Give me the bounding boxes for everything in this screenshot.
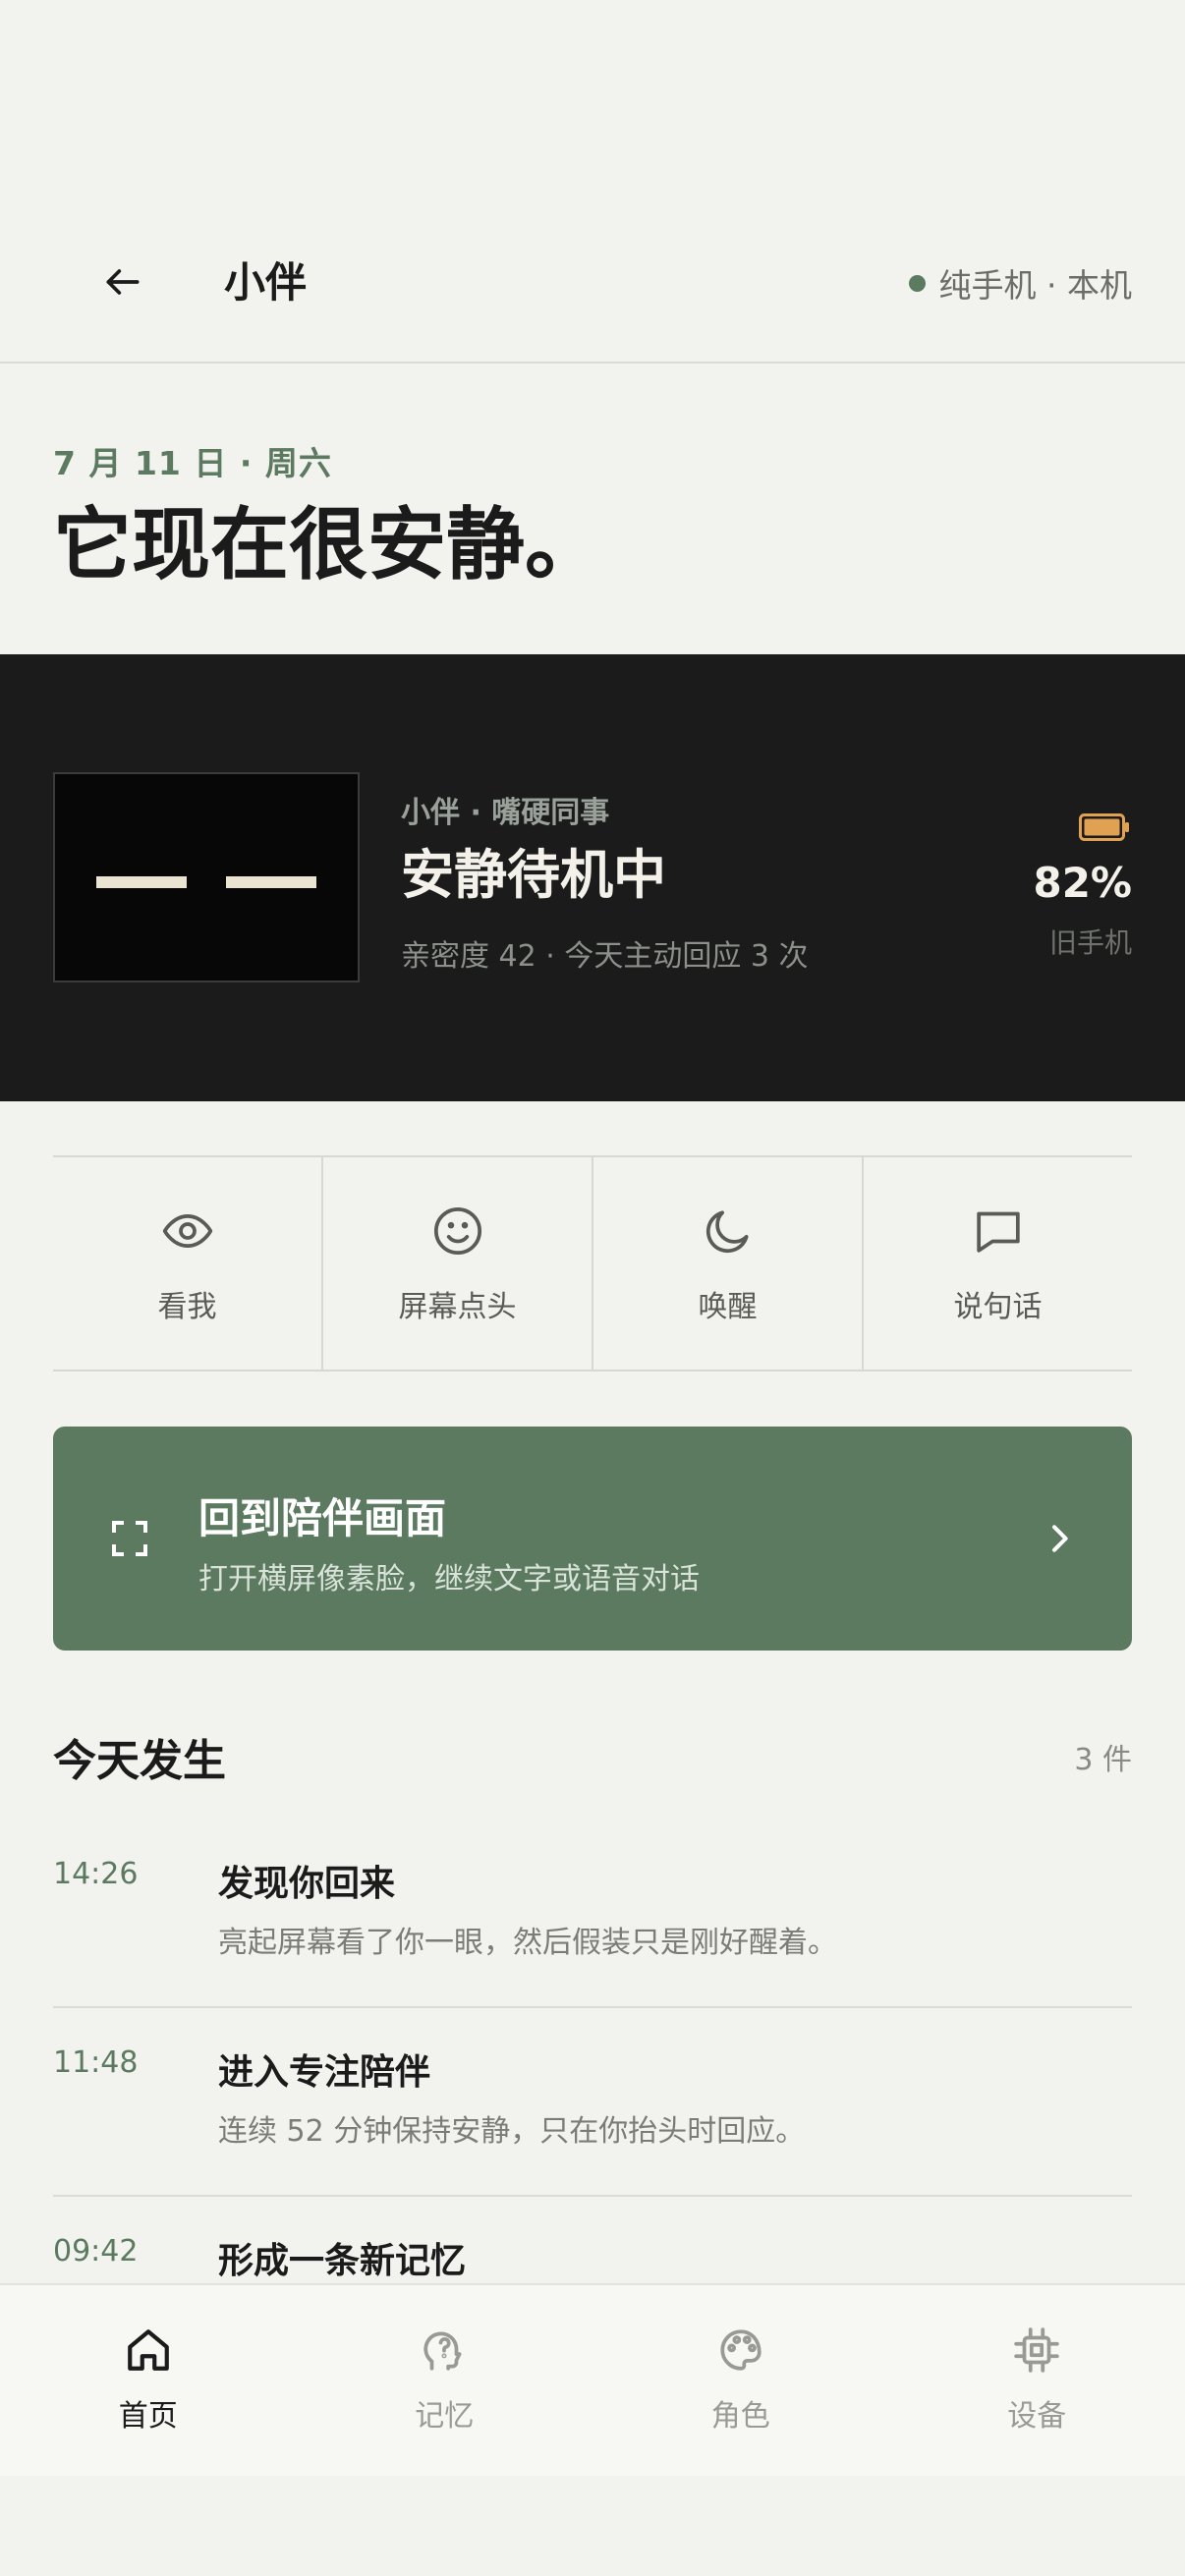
nav-label: 设备 [1007,2399,1067,2434]
action-say-something[interactable]: 说句话 [864,1157,1132,1370]
nav-label: 角色 [710,2399,770,2434]
safe-area [0,2476,1185,2576]
event-title: 形成一条新记忆 [218,2241,467,2281]
action-label: 看我 [157,1290,217,1324]
device-status-label: 纯手机 · 本机 [938,266,1132,305]
memory-icon [419,2324,470,2376]
chat-icon [969,1202,1028,1260]
bottom-nav: 首页 记忆 角色 设备 [0,2283,1185,2476]
nav-label: 首页 [118,2399,178,2434]
event-count: 3 件 [1074,1743,1132,1777]
battery-icon [1079,813,1129,841]
back-button[interactable] [88,248,157,316]
fullscreen-icon [112,1521,147,1556]
event-time: 14:26 [53,1857,139,1891]
resume-subtitle: 打开横屏像素脸，继续文字或语音对话 [198,1562,700,1596]
chevron-right-icon [1052,1525,1068,1552]
companion-persona: 小伴 · 嘴硬同事 [401,796,610,830]
eye-icon [158,1202,217,1260]
event-description: 连续 52 分钟保持安静，只在你抬头时回应。 [218,2114,806,2149]
action-screen-nod[interactable]: 屏幕点头 [323,1157,593,1370]
list-item[interactable]: 14:26 发现你回来 亮起屏幕看了你一眼，然后假装只是刚好醒着。 [53,1820,1132,2008]
chip-icon [1011,2324,1062,2376]
quick-actions: 看我 屏幕点头 唤醒 说句话 [53,1155,1132,1372]
right-eye [226,876,316,888]
event-title: 进入专注陪伴 [218,2052,431,2093]
nav-item-role[interactable]: 角色 [592,2285,889,2476]
companion-meta: 亲密度 42 · 今天主动回应 3 次 [401,939,809,974]
action-label: 屏幕点头 [398,1290,517,1324]
home-screen: 小伴 纯手机 · 本机 7 月 11 日 · 周六 它现在很安静。 小伴 · 嘴… [0,0,1185,2576]
battery-device-label: 旧手机 [1048,926,1132,959]
top-bar: 小伴 纯手机 · 本机 [0,196,1185,364]
battery-percent: 82% [1033,859,1132,907]
moon-icon [699,1202,758,1260]
section-title: 今天发生 [53,1736,226,1786]
arrow-left-icon [106,269,140,295]
action-wake[interactable]: 唤醒 [593,1157,864,1370]
page-title: 小伴 [224,258,308,307]
status-dot [908,274,926,292]
companion-status-card[interactable]: 小伴 · 嘴硬同事 安静待机中 亲密度 42 · 今天主动回应 3 次 82% … [0,654,1185,1101]
nav-item-device[interactable]: 设备 [889,2285,1185,2476]
action-label: 说句话 [953,1290,1043,1324]
event-time: 09:42 [53,2234,139,2268]
action-label: 唤醒 [698,1290,758,1324]
list-item[interactable]: 11:48 进入专注陪伴 连续 52 分钟保持安静，只在你抬头时回应。 [53,2008,1132,2197]
date-label: 7 月 11 日 · 周六 [53,444,332,482]
event-time: 11:48 [53,2045,139,2080]
left-eye [96,876,187,888]
device-status[interactable]: 纯手机 · 本机 [908,246,1132,320]
hero-title: 它现在很安静。 [53,499,603,590]
palette-icon [715,2324,766,2376]
nav-item-home[interactable]: 首页 [0,2285,297,2476]
nav-item-memory[interactable]: 记忆 [297,2285,593,2476]
action-look-at-me[interactable]: 看我 [53,1157,323,1370]
event-description: 亮起屏幕看了你一眼，然后假装只是刚好醒着。 [218,1926,837,1960]
resume-title: 回到陪伴画面 [198,1494,447,1542]
home-icon [123,2324,174,2376]
pixel-face-preview [53,772,360,982]
resume-companion-button[interactable]: 回到陪伴画面 打开横屏像素脸，继续文字或语音对话 [53,1427,1132,1651]
event-title: 发现你回来 [218,1864,396,1904]
smile-icon [428,1202,487,1260]
nav-label: 记忆 [415,2399,475,2434]
companion-state: 安静待机中 [401,844,666,906]
